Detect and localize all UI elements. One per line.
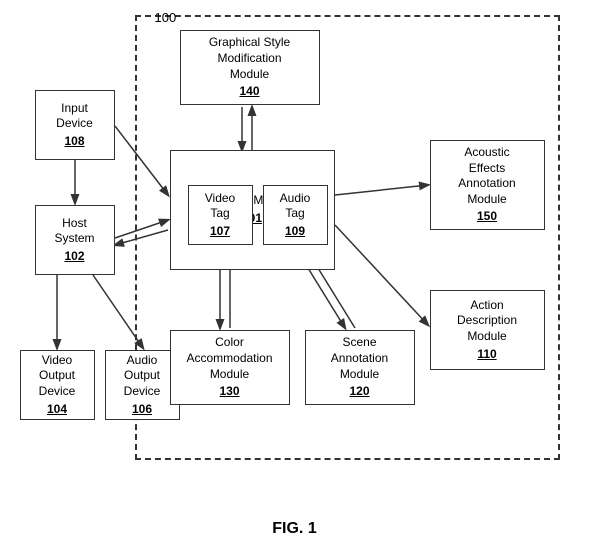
audio-output-label: AudioOutputDevice bbox=[124, 353, 161, 400]
ref-100: 100 bbox=[155, 10, 177, 25]
figure-caption: FIG. 1 bbox=[272, 520, 316, 538]
video-output-label: VideoOutputDevice bbox=[39, 353, 76, 400]
acoustic-effects-label: AcousticEffectsAnnotationModule bbox=[458, 145, 515, 207]
input-device-ref: 108 bbox=[64, 134, 84, 150]
audio-output-box: AudioOutputDevice 106 bbox=[105, 350, 180, 420]
audio-tag-label: AudioTag bbox=[280, 191, 311, 222]
color-accommodation-box: ColorAccommodationModule 130 bbox=[170, 330, 290, 405]
scene-annotation-label: SceneAnnotationModule bbox=[331, 335, 388, 382]
video-tag-box: VideoTag 107 bbox=[188, 185, 253, 245]
color-accommodation-label: ColorAccommodationModule bbox=[186, 335, 272, 382]
audio-tag-ref: 109 bbox=[285, 224, 305, 240]
graphical-style-box: Graphical StyleModificationModule 140 bbox=[180, 30, 320, 105]
video-output-ref: 104 bbox=[47, 402, 67, 418]
action-description-ref: 110 bbox=[477, 347, 496, 363]
graphical-style-label: Graphical StyleModificationModule bbox=[209, 35, 290, 82]
host-system-ref: 102 bbox=[64, 249, 84, 265]
action-description-label: ActionDescriptionModule bbox=[457, 298, 517, 345]
host-system-box: HostSystem 102 bbox=[35, 205, 115, 275]
scene-annotation-box: SceneAnnotationModule 120 bbox=[305, 330, 415, 405]
action-description-box: ActionDescriptionModule 110 bbox=[430, 290, 545, 370]
video-tag-label: VideoTag bbox=[205, 191, 235, 222]
input-device-label: InputDevice bbox=[56, 101, 93, 132]
graphical-style-ref: 140 bbox=[239, 84, 259, 100]
scene-annotation-ref: 120 bbox=[349, 384, 369, 400]
video-tag-ref: 107 bbox=[210, 224, 230, 240]
acoustic-effects-ref: 150 bbox=[477, 209, 497, 225]
input-device-box: InputDevice 108 bbox=[35, 90, 115, 160]
host-system-label: HostSystem bbox=[54, 216, 94, 247]
diagram: 100 bbox=[15, 10, 575, 510]
color-accommodation-ref: 130 bbox=[219, 384, 239, 400]
audio-tag-box: AudioTag 109 bbox=[263, 185, 328, 245]
audio-output-ref: 106 bbox=[132, 402, 152, 418]
acoustic-effects-box: AcousticEffectsAnnotationModule 150 bbox=[430, 140, 545, 230]
video-output-box: VideoOutputDevice 104 bbox=[20, 350, 95, 420]
